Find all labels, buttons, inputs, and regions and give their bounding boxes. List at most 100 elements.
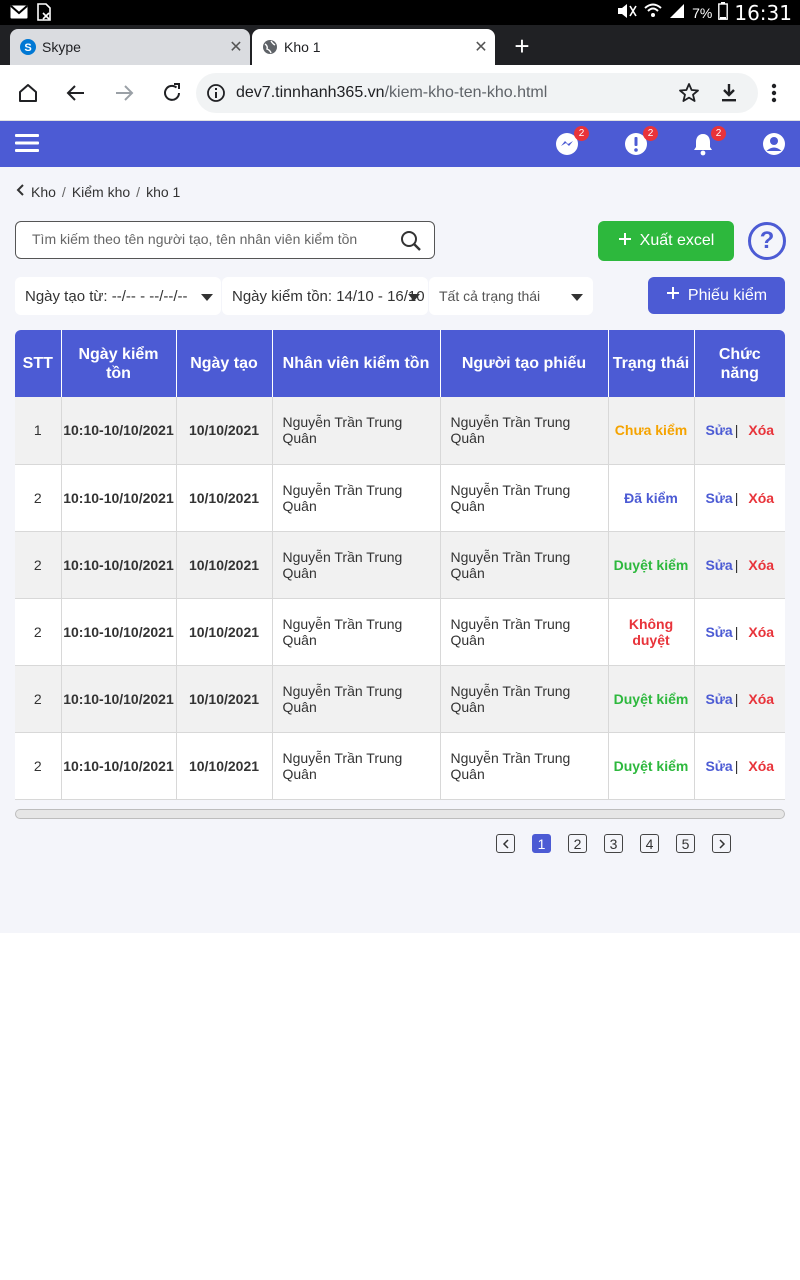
close-tab-icon[interactable]: ✕: [467, 37, 495, 57]
tab-skype[interactable]: S Skype ✕: [10, 29, 250, 65]
check-date-filter-label: Ngày kiểm tồn: 14/10 - 16/10: [232, 287, 425, 305]
column-header: Chức năng: [694, 330, 785, 397]
tab-kho-1[interactable]: Kho 1 ✕: [252, 29, 495, 65]
actions-cell: Sửa | Xóa: [694, 464, 785, 532]
action-separator: |: [734, 623, 739, 640]
breadcrumb: Kho / Kiểm kho / kho 1: [15, 183, 180, 200]
creator-cell: Nguyễn Trần Trung Quân: [440, 732, 609, 800]
horizontal-scrollbar[interactable]: [15, 809, 785, 819]
next-page-button[interactable]: [712, 834, 731, 853]
stt-cell: 2: [15, 531, 62, 599]
alert-icon[interactable]: 2: [624, 126, 658, 158]
check-date-cell: 10:10-10/10/2021: [61, 598, 177, 666]
delete-link[interactable]: Xóa: [748, 490, 774, 506]
prev-page-button[interactable]: [496, 834, 515, 853]
battery-percent: 7%: [692, 5, 713, 21]
page-button[interactable]: 5: [676, 834, 695, 853]
stt-cell: 2: [15, 665, 62, 733]
column-header: Người tạo phiếu: [440, 330, 609, 397]
creator-cell: Nguyễn Trần Trung Quân: [440, 397, 609, 465]
chevron-left-icon[interactable]: [15, 183, 25, 200]
address-bar[interactable]: dev7.tinnhanh365.vn/kiem-kho-ten-kho.htm…: [196, 73, 758, 113]
alert-badge: 2: [643, 126, 658, 141]
download-icon[interactable]: [715, 79, 743, 107]
page-button[interactable]: 2: [568, 834, 587, 853]
user-avatar-icon[interactable]: [762, 132, 788, 158]
caret-down-icon: [571, 294, 583, 301]
stt-cell: 2: [15, 732, 62, 800]
action-separator: |: [734, 489, 739, 506]
new-tab-button[interactable]: +: [510, 31, 534, 61]
edit-link[interactable]: Sửa: [705, 758, 732, 774]
search-input[interactable]: [32, 231, 392, 247]
bell-icon[interactable]: 2: [692, 126, 726, 158]
edit-link[interactable]: Sửa: [705, 490, 732, 506]
help-button[interactable]: ?: [748, 222, 786, 260]
table-row: 1 10:10-10/10/2021 10/10/2021 Nguyễn Trần T…: [15, 397, 785, 465]
home-icon[interactable]: [14, 79, 42, 107]
export-excel-button[interactable]: Xuất excel: [598, 221, 734, 261]
check-date-filter[interactable]: Ngày kiểm tồn: 14/10 - 16/10: [222, 277, 428, 315]
creator-cell: Nguyễn Trần Trung Quân: [440, 598, 609, 666]
breadcrumb-item[interactable]: Kiểm kho: [72, 184, 130, 200]
forward-icon[interactable]: [110, 79, 138, 107]
edit-link[interactable]: Sửa: [705, 624, 732, 640]
action-separator: |: [734, 690, 739, 707]
delete-link[interactable]: Xóa: [748, 758, 774, 774]
caret-down-icon: [201, 294, 213, 301]
created-date-cell: 10/10/2021: [176, 464, 273, 532]
add-phieu-kiem-button[interactable]: Phiếu kiểm: [648, 277, 785, 314]
created-date-filter[interactable]: Ngày tạo từ: --/-- - --/--/--: [15, 277, 221, 315]
back-icon[interactable]: [62, 79, 90, 107]
url-domain: dev7.tinnhanh365.vn: [236, 84, 385, 101]
status-filter-label: Tất cả trạng thái: [439, 288, 541, 304]
creator-cell: Nguyễn Trần Trung Quân: [440, 464, 609, 532]
delete-link[interactable]: Xóa: [748, 624, 774, 640]
bell-badge: 2: [711, 126, 726, 141]
column-header: Nhân viên kiểm tồn: [272, 330, 441, 397]
star-icon[interactable]: [675, 79, 703, 107]
svg-text:S: S: [24, 42, 31, 54]
delete-link[interactable]: Xóa: [748, 691, 774, 707]
wifi-icon: [644, 3, 662, 23]
status-cell: Duyệt kiểm: [608, 531, 695, 599]
edit-link[interactable]: Sửa: [705, 422, 732, 438]
column-header: Ngày kiểm tồn: [61, 330, 177, 397]
edit-link[interactable]: Sửa: [705, 557, 732, 573]
created-date-cell: 10/10/2021: [176, 732, 273, 800]
edit-link[interactable]: Sửa: [705, 691, 732, 707]
battery-icon: [718, 2, 729, 24]
actions-cell: Sửa | Xóa: [694, 665, 785, 733]
staff-cell: Nguyễn Trần Trung Quân: [272, 598, 441, 666]
clock: 16:31: [734, 1, 792, 25]
search-box: [15, 221, 435, 259]
created-date-cell: 10/10/2021: [176, 531, 273, 599]
breadcrumb-item[interactable]: Kho: [31, 184, 56, 200]
close-tab-icon[interactable]: ✕: [222, 37, 250, 57]
status-filter[interactable]: Tất cả trạng thái: [429, 277, 593, 315]
more-menu-icon[interactable]: [764, 79, 784, 107]
table-header-row: STT Ngày kiểm tồn Ngày tạo Nhân viên kiể…: [15, 330, 785, 397]
tab-strip: S Skype ✕ Kho 1 ✕ +: [0, 25, 800, 65]
messenger-icon[interactable]: 2: [555, 126, 589, 158]
action-separator: |: [734, 556, 739, 573]
inventory-check-table: STT Ngày kiểm tồn Ngày tạo Nhân viên kiể…: [15, 330, 785, 800]
mute-icon: [616, 3, 638, 23]
info-icon[interactable]: [206, 83, 226, 108]
page-button[interactable]: 1: [532, 834, 551, 853]
skype-icon: S: [20, 39, 36, 55]
page-button[interactable]: 4: [640, 834, 659, 853]
status-cell: Đã kiểm: [608, 464, 695, 532]
staff-cell: Nguyễn Trần Trung Quân: [272, 464, 441, 532]
table-row: 2 10:10-10/10/2021 10/10/2021 Nguyễn Trần T…: [15, 598, 785, 666]
page-button[interactable]: 3: [604, 834, 623, 853]
plus-icon: [666, 286, 680, 305]
delete-link[interactable]: Xóa: [748, 422, 774, 438]
menu-icon[interactable]: [15, 132, 39, 156]
url-text: dev7.tinnhanh365.vn/kiem-kho-ten-kho.htm…: [236, 84, 547, 102]
search-icon[interactable]: [400, 230, 422, 252]
actions-cell: Sửa | Xóa: [694, 531, 785, 599]
reload-icon[interactable]: [158, 79, 186, 107]
delete-link[interactable]: Xóa: [748, 557, 774, 573]
actions-cell: Sửa | Xóa: [694, 598, 785, 666]
